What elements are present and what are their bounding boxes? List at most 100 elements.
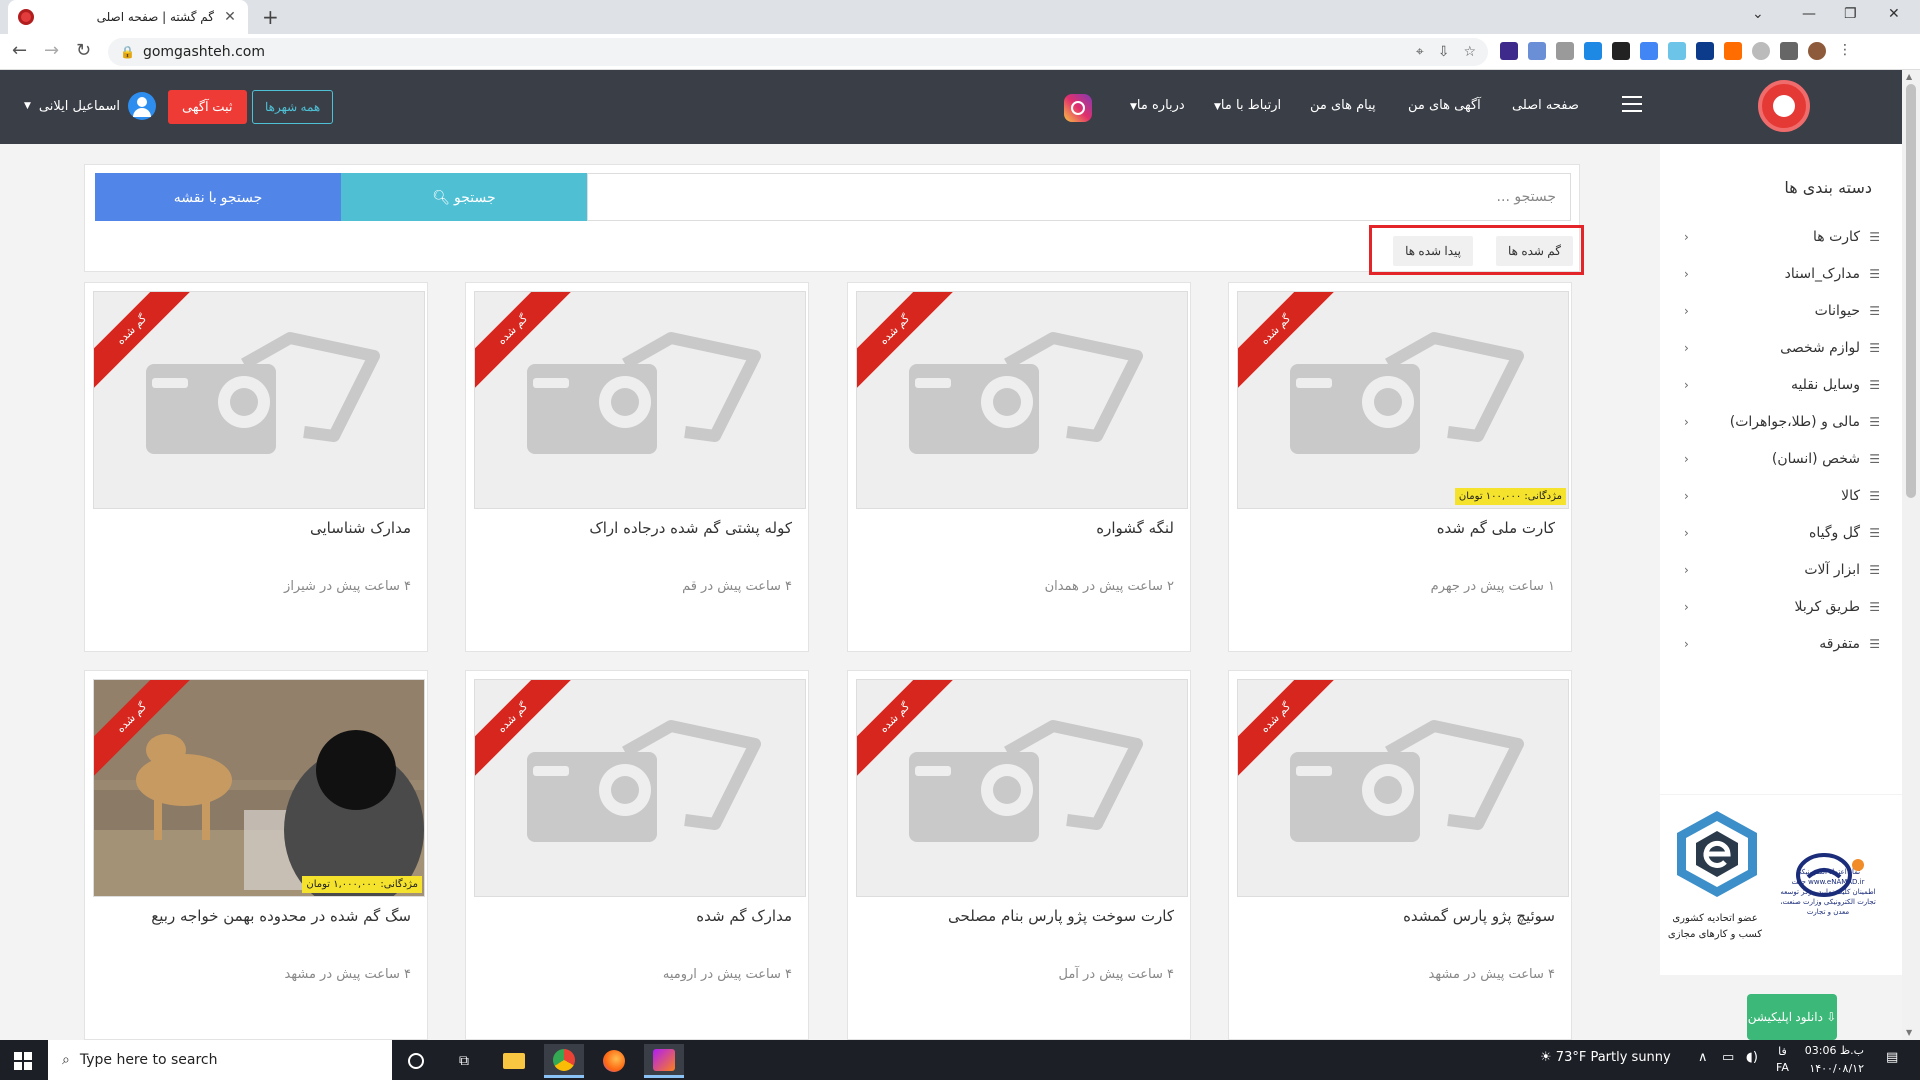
listing-title[interactable]: سوئیچ پژو پارس گمشده	[1245, 907, 1555, 925]
scroll-thumb[interactable]	[1906, 84, 1916, 498]
chevron-left-icon[interactable]: ‹	[1684, 378, 1689, 392]
notifications-icon[interactable]: ▤	[1886, 1050, 1898, 1065]
sidebar-category-item[interactable]: ☰ ابزار آلات ‹	[1684, 555, 1880, 585]
translate-extension-icon[interactable]	[1640, 42, 1658, 60]
maximize-icon[interactable]: ❐	[1844, 6, 1857, 22]
extension-icon[interactable]	[1612, 42, 1630, 60]
search-button[interactable]: 🔍︎ جستجو	[341, 173, 587, 221]
site-logo[interactable]	[1758, 80, 1810, 132]
cortana-icon[interactable]	[396, 1044, 436, 1078]
listing-card[interactable]: گم شده مدارک شناسایی ۴ ساعت پیش در شیراز	[84, 282, 428, 652]
install-app-icon[interactable]: ⇩	[1438, 44, 1450, 60]
download-app-button[interactable]: ⇩ دانلود اپلیکیشن	[1747, 994, 1837, 1040]
chrome-taskbar-icon[interactable]	[544, 1044, 584, 1078]
forward-icon[interactable]: →	[44, 40, 59, 61]
listing-image[interactable]: گم شده مژدگانی: ۱۰۰,۰۰۰ تومان	[1237, 291, 1569, 509]
sidebar-category-item[interactable]: ☰ کالا ‹	[1684, 481, 1880, 511]
puzzle-extensions-icon[interactable]	[1780, 42, 1798, 60]
chevron-left-icon[interactable]: ‹	[1684, 637, 1689, 651]
sidebar-category-item[interactable]: ☰ وسایل نقلیه ‹	[1684, 370, 1880, 400]
tray-chevron-icon[interactable]: ∧	[1698, 1050, 1708, 1065]
scroll-up-icon[interactable]: ▲	[1906, 72, 1912, 81]
listing-title[interactable]: کوله پشتی گم شده درجاده اراک	[482, 519, 792, 537]
sidebar-category-item[interactable]: ☰ لوازم شخصی ‹	[1684, 333, 1880, 363]
chevron-left-icon[interactable]: ‹	[1684, 489, 1689, 503]
chevron-left-icon[interactable]: ‹	[1684, 341, 1689, 355]
phpstorm-taskbar-icon[interactable]	[644, 1044, 684, 1078]
windows-start-icon[interactable]	[14, 1052, 32, 1070]
listing-card[interactable]: گم شده سوئیچ پژو پارس گمشده ۴ ساعت پیش در …	[1228, 670, 1572, 1040]
user-menu[interactable]: اسماعیل ایلانی ▼	[24, 92, 157, 120]
tab-search-chevron-icon[interactable]: ⌄	[1752, 6, 1764, 22]
chevron-left-icon[interactable]: ‹	[1684, 415, 1689, 429]
page-scrollbar[interactable]: ▲ ▼	[1902, 70, 1920, 1040]
profile-avatar[interactable]	[1808, 42, 1826, 60]
camera-extension-icon[interactable]	[1556, 42, 1574, 60]
listing-image[interactable]: گم شده	[474, 291, 806, 509]
listing-image[interactable]: گم شده	[1237, 679, 1569, 897]
reload-icon[interactable]: ↻	[76, 40, 91, 61]
sidebar-category-item[interactable]: ☰ حیوانات ‹	[1684, 296, 1880, 326]
listing-image[interactable]: گم شده	[856, 679, 1188, 897]
close-tab-icon[interactable]: ✕	[222, 9, 238, 25]
map-search-button[interactable]: جستجو با نقشه	[95, 173, 341, 221]
firefox-taskbar-icon[interactable]	[594, 1044, 634, 1078]
extension-icon[interactable]	[1500, 42, 1518, 60]
network-icon[interactable]: ▭	[1722, 1050, 1734, 1065]
chevron-left-icon[interactable]: ‹	[1684, 304, 1689, 318]
nav-about[interactable]: درباره ما▼	[1130, 98, 1185, 113]
post-ad-button[interactable]: ثبت آگهی	[168, 90, 247, 124]
chevron-left-icon[interactable]: ‹	[1684, 230, 1689, 244]
listing-card[interactable]: گم شده مژدگانی: ۱,۰۰۰,۰۰۰ تومان سگ گم شده …	[84, 670, 428, 1040]
search-input[interactable]	[587, 173, 1571, 221]
nav-my-messages[interactable]: پیام های من	[1310, 98, 1376, 113]
browser-tab[interactable]: گم گشته | صفحه اصلی ✕	[8, 0, 248, 34]
sidebar-category-item[interactable]: ☰ مالی و (طلا،جواهرات) ‹	[1684, 407, 1880, 437]
sidebar-category-item[interactable]: ☰ طریق کربلا ‹	[1684, 592, 1880, 622]
listing-title[interactable]: مدارک شناسایی	[101, 519, 411, 537]
minimize-icon[interactable]: —	[1802, 6, 1816, 22]
listing-card[interactable]: گم شده کارت سوخت پژو پارس بنام مصلحی ۴ ساع…	[847, 670, 1191, 1040]
taskbar-clock[interactable]: ب.ظ 03:06 ۱۴۰۰/۰۸/۱۲	[1800, 1042, 1864, 1078]
listing-title[interactable]: لنگه گشواره	[864, 519, 1174, 537]
listing-title[interactable]: کارت ملی گم شده	[1245, 519, 1555, 537]
chevron-left-icon[interactable]: ‹	[1684, 267, 1689, 281]
scroll-down-icon[interactable]: ▼	[1906, 1028, 1912, 1037]
instagram-icon[interactable]	[1064, 94, 1092, 122]
all-cities-button[interactable]: همه شهرها	[252, 90, 334, 124]
chevron-left-icon[interactable]: ‹	[1684, 526, 1689, 540]
listing-image[interactable]: گم شده مژدگانی: ۱,۰۰۰,۰۰۰ تومان	[93, 679, 425, 897]
nav-contact[interactable]: ارتباط با ما▼	[1214, 98, 1281, 113]
listing-title[interactable]: سگ گم شده در محدوده بهمن خواجه ربیع	[101, 907, 411, 925]
taskbar-search[interactable]: ⌕ Type here to search	[48, 1040, 392, 1080]
bookmark-star-icon[interactable]: ☆	[1463, 44, 1476, 60]
listing-title[interactable]: کارت سوخت پژو پارس بنام مصلحی	[864, 907, 1174, 925]
extension-icon[interactable]	[1668, 42, 1686, 60]
ecommerce-union-badge-icon[interactable]	[1672, 809, 1762, 899]
new-tab-button[interactable]: +	[262, 5, 279, 29]
extension-icon[interactable]	[1696, 42, 1714, 60]
sidebar-category-item[interactable]: ☰ مدارک_اسناد ‹	[1684, 259, 1880, 289]
listing-card[interactable]: گم شده مدارک گم شده ۴ ساعت پیش در ارومیه	[465, 670, 809, 1040]
chevron-left-icon[interactable]: ‹	[1684, 563, 1689, 577]
weather-widget[interactable]: ☀ 73°F Partly sunny	[1540, 1050, 1671, 1065]
sidebar-category-item[interactable]: ☰ کارت ها ‹	[1684, 222, 1880, 252]
close-window-icon[interactable]: ✕	[1888, 6, 1900, 22]
extension-icon[interactable]	[1528, 42, 1546, 60]
address-bar[interactable]: 🔒 gomgashteh.com ⌖ ⇩ ☆	[108, 38, 1488, 66]
listing-card[interactable]: گم شده مژدگانی: ۱۰۰,۰۰۰ تومان کارت ملی گم …	[1228, 282, 1572, 652]
sidebar-category-item[interactable]: ☰ گل وگیاه ‹	[1684, 518, 1880, 548]
listing-title[interactable]: مدارک گم شده	[482, 907, 792, 925]
chevron-left-icon[interactable]: ‹	[1684, 452, 1689, 466]
listing-image[interactable]: گم شده	[93, 291, 425, 509]
volume-icon[interactable]: ◖)	[1746, 1050, 1758, 1065]
listing-card[interactable]: گم شده کوله پشتی گم شده درجاده اراک ۴ ساعت…	[465, 282, 809, 652]
hamburger-menu-icon[interactable]	[1622, 96, 1642, 117]
location-icon[interactable]: ⌖	[1416, 44, 1424, 60]
nav-home[interactable]: صفحه اصلی	[1512, 98, 1579, 113]
listing-image[interactable]: گم شده	[856, 291, 1188, 509]
language-indicator[interactable]: فا FA	[1776, 1044, 1789, 1076]
browser-menu-icon[interactable]: ⋮	[1836, 42, 1854, 60]
sidebar-category-item[interactable]: ☰ متفرقه ‹	[1684, 629, 1880, 659]
nav-my-ads[interactable]: آگهی های من	[1408, 98, 1481, 113]
